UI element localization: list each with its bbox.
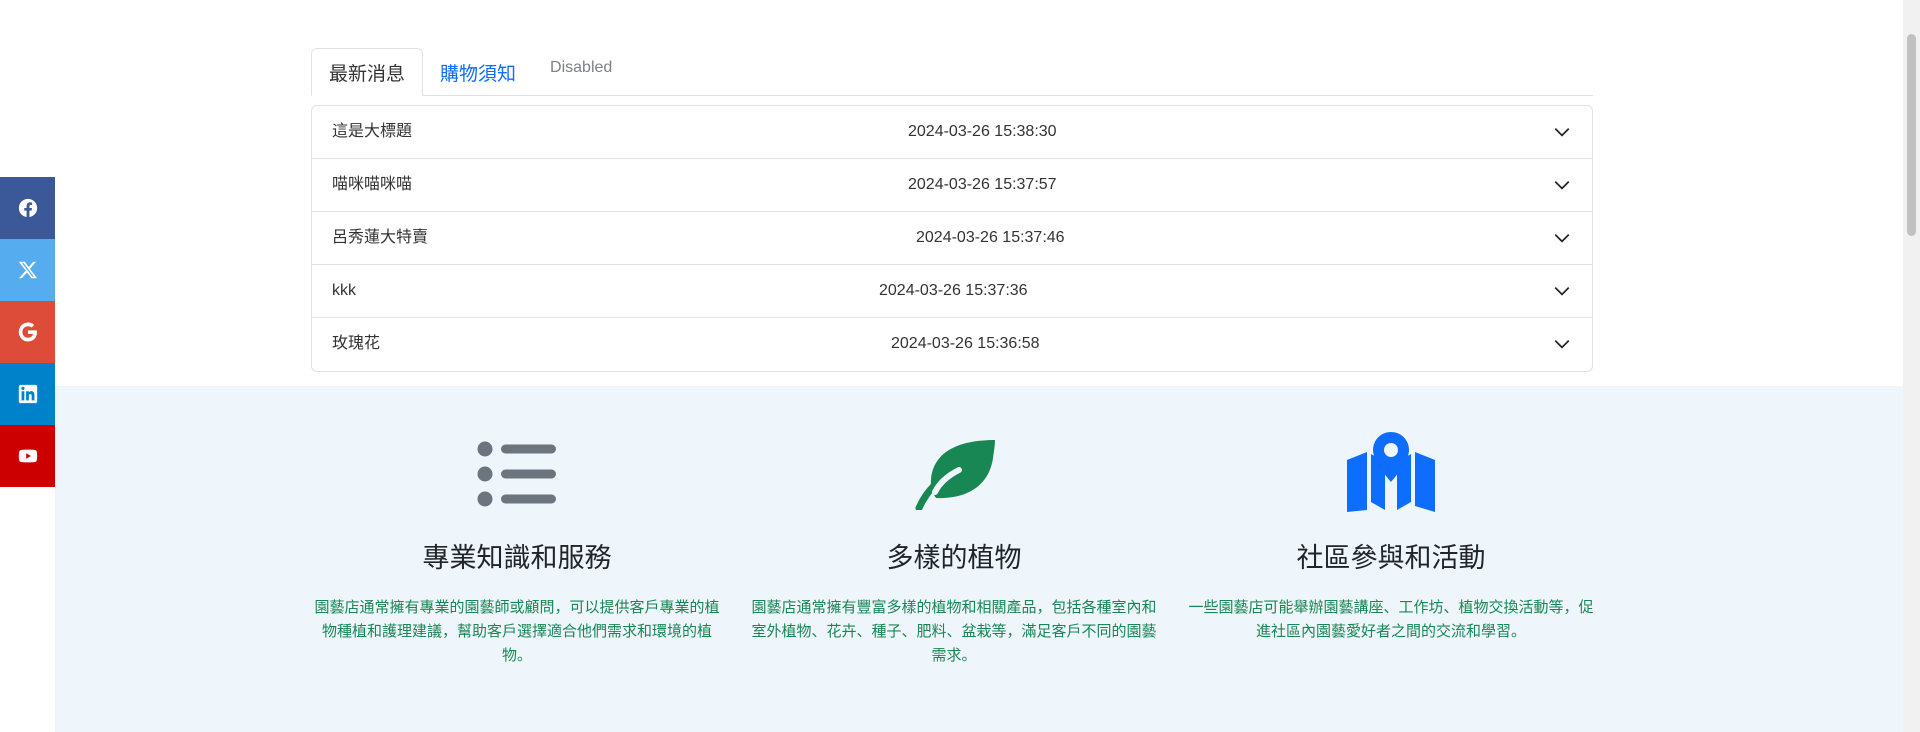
accordion-item[interactable]: kkk 2024-03-26 15:37:36	[312, 265, 1592, 318]
accordion-item-title: 玫瑰花	[332, 335, 381, 352]
x-button[interactable]	[0, 239, 55, 301]
feature-description: 園藝店通常擁有豐富多樣的植物和相關產品，包括各種室內和室外植物、花卉、種子、肥料…	[751, 599, 1157, 664]
accordion-item-title: 呂秀蓮大特賣	[332, 229, 429, 246]
feature-title: 社區參與和活動	[1296, 543, 1486, 573]
chevron-down-icon	[1553, 229, 1571, 247]
feature-title: 專業知識和服務	[422, 543, 612, 573]
accordion-item[interactable]: 呂秀蓮大特賣 2024-03-26 15:37:46	[312, 212, 1592, 265]
accordion-item[interactable]: 玫瑰花 2024-03-26 15:36:58	[312, 318, 1592, 371]
accordion-item-title: kkk	[332, 282, 356, 299]
chevron-down-icon	[1553, 335, 1571, 353]
social-sidebar	[0, 177, 55, 487]
feature-title: 多樣的植物	[886, 543, 1022, 573]
accordion-item-title: 喵咪喵咪喵	[332, 176, 413, 193]
tab-label: 最新消息	[329, 63, 406, 85]
accordion-item-date: 2024-03-26 15:37:57	[908, 176, 1057, 193]
list-icon	[477, 441, 556, 507]
tab-latest-news[interactable]: 最新消息	[311, 48, 424, 96]
linkedin-button[interactable]	[0, 363, 55, 425]
facebook-button[interactable]	[0, 177, 55, 239]
facebook-icon	[18, 198, 37, 218]
tab-disabled: Disabled	[533, 48, 629, 96]
feature-description: 一些園藝店可能舉辦園藝講座、工作坊、植物交換活動等，促進社區內園藝愛好者之間的交…	[1188, 599, 1594, 640]
scrollbar[interactable]	[1903, 0, 1920, 732]
chevron-down-icon	[1553, 123, 1571, 141]
tab-label: 購物須知	[440, 63, 517, 85]
x-icon	[18, 261, 37, 279]
google-button[interactable]	[0, 301, 55, 363]
accordion-item[interactable]: 喵咪喵咪喵 2024-03-26 15:37:57	[312, 159, 1592, 212]
scrollbar-thumb[interactable]	[1907, 34, 1916, 236]
map-location-icon	[1347, 432, 1435, 512]
chevron-down-icon	[1553, 176, 1571, 194]
news-tabs: 最新消息 購物須知 Disabled	[311, 48, 1593, 96]
accordion-item-date: 2024-03-26 15:37:36	[879, 282, 1028, 299]
linkedin-icon	[18, 384, 37, 404]
accordion-item-date: 2024-03-26 15:37:46	[916, 229, 1065, 246]
accordion-item-title: 這是大標題	[332, 123, 413, 140]
tab-label: Disabled	[550, 59, 613, 76]
accordion-item-date: 2024-03-26 15:38:30	[908, 123, 1057, 140]
tab-shopping-notice[interactable]: 購物須知	[423, 48, 533, 96]
features-section: 專業知識和服務 園藝店通常擁有專業的園藝師或顧問，可以提供客戶專業的植物種植和護…	[55, 386, 1903, 732]
accordion-item-date: 2024-03-26 15:36:58	[891, 335, 1040, 352]
chevron-down-icon	[1553, 282, 1571, 300]
news-accordion: 這是大標題 2024-03-26 15:38:30 喵咪喵咪喵 2024-03-…	[311, 105, 1593, 372]
youtube-button[interactable]	[0, 425, 55, 487]
google-icon	[18, 322, 37, 342]
feature-description: 園藝店通常擁有專業的園藝師或顧問，可以提供客戶專業的植物種植和護理建議，幫助客戶…	[314, 599, 720, 664]
leaf-icon	[915, 440, 995, 510]
accordion-item[interactable]: 這是大標題 2024-03-26 15:38:30	[312, 106, 1592, 159]
youtube-icon	[18, 449, 37, 463]
